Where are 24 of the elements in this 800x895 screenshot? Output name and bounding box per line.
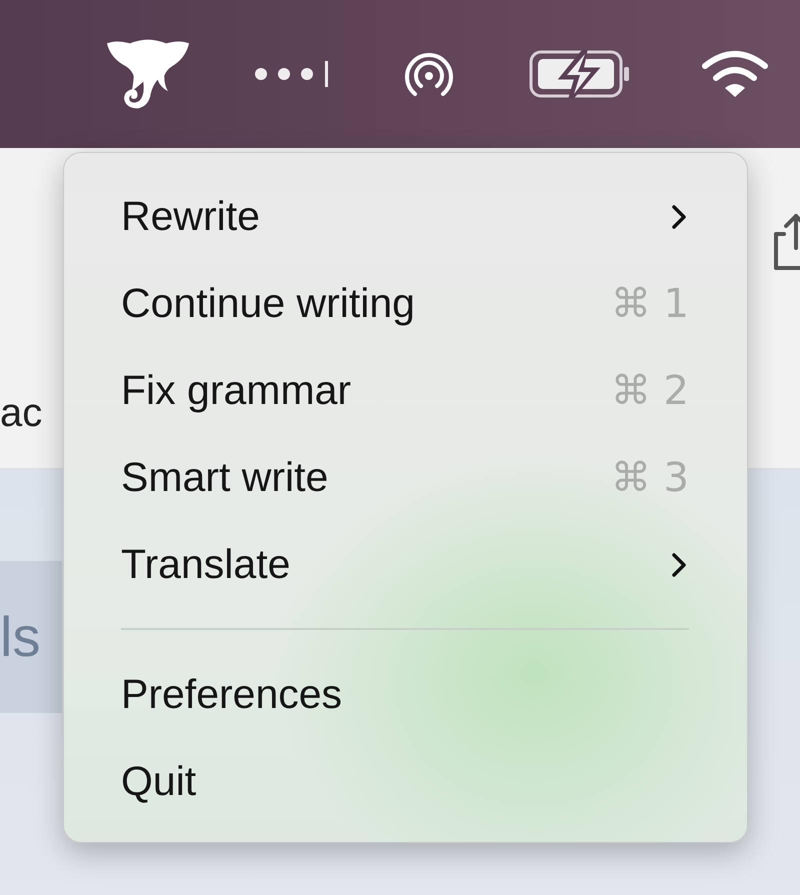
chevron-icon (671, 204, 687, 230)
menu-item-label: Fix grammar (121, 367, 352, 414)
menu-item[interactable]: Quit (121, 738, 689, 825)
shortcut-text: ⌘ 1 (610, 280, 689, 326)
menu-item[interactable]: Fix grammar ⌘ 2 (121, 347, 689, 434)
menu-item[interactable]: Rewrite (121, 173, 689, 260)
elephant-icon[interactable] (105, 37, 191, 111)
battery-icon[interactable] (529, 50, 631, 98)
wifi-icon[interactable] (701, 50, 769, 98)
menu-item[interactable]: Smart write ⌘ 3 (121, 434, 689, 521)
menu-item[interactable]: Continue writing ⌘ 1 (121, 260, 689, 347)
body-text: ac (0, 391, 42, 436)
menu-item[interactable]: Translate (121, 521, 689, 608)
menu-item[interactable]: Preferences (121, 651, 689, 738)
menu-item-label: Rewrite (121, 193, 260, 240)
shortcut-text: ⌘ 2 (610, 368, 689, 414)
menu-item-label: Preferences (121, 671, 342, 718)
list-item: ls (0, 561, 62, 713)
menu-item-label: Continue writing (121, 280, 415, 327)
chevron-icon (671, 552, 687, 578)
menu-item-label: Quit (121, 758, 196, 805)
menu-item-label: Smart write (121, 454, 328, 501)
shortcut-text: ⌘ 3 (610, 454, 689, 500)
menu-item-label: Translate (121, 541, 290, 588)
